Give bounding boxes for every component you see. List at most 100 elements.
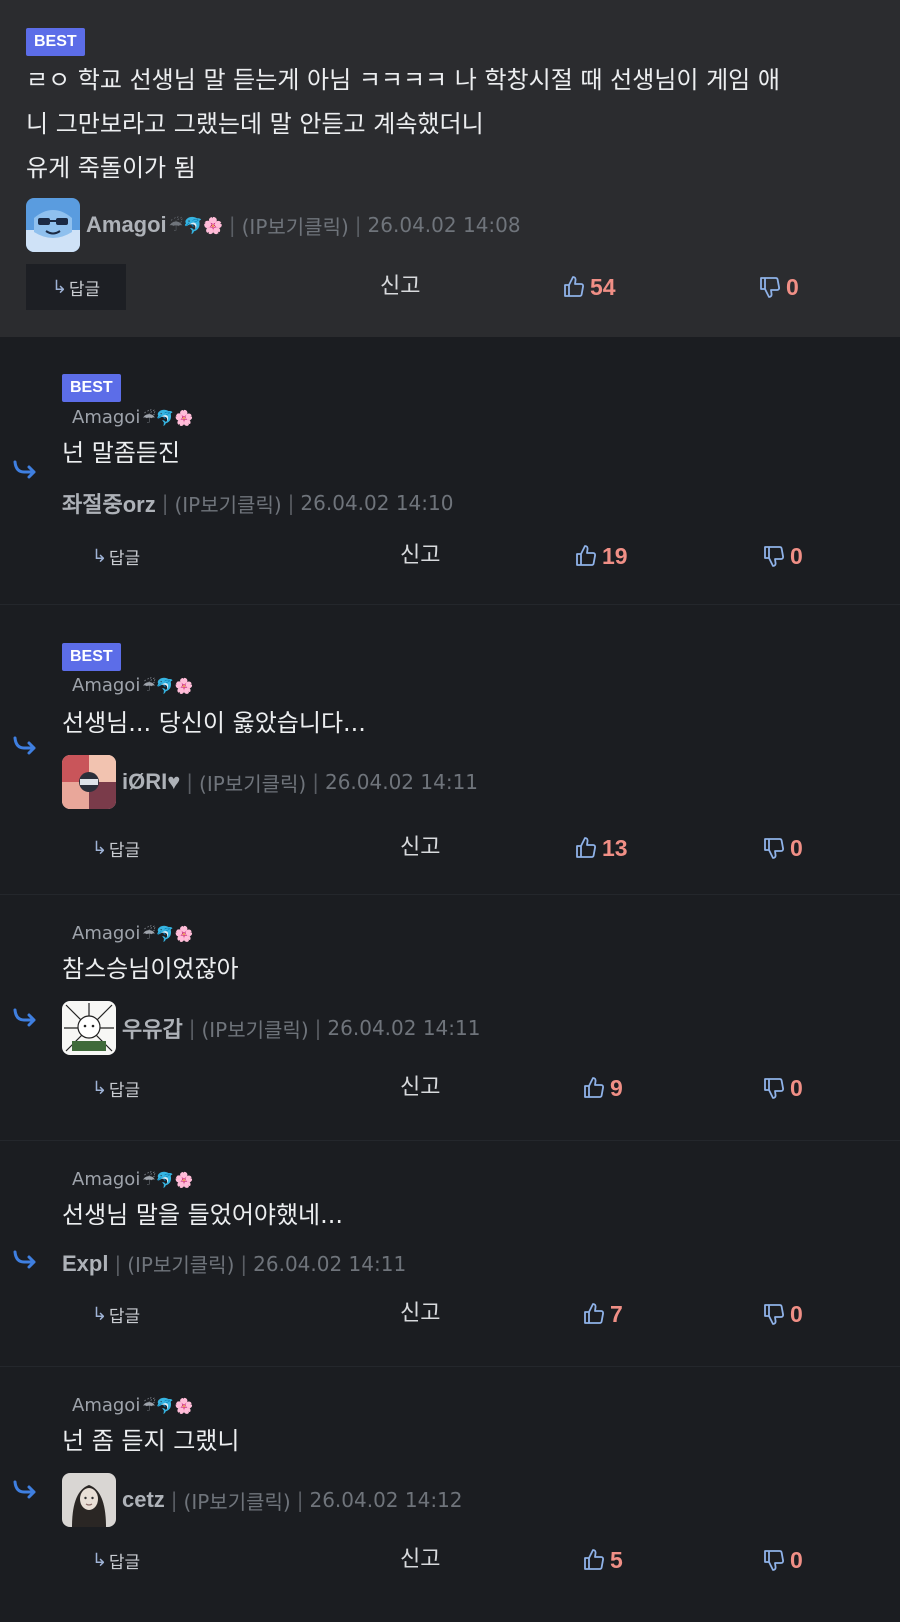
ip-link[interactable]: (IP보기클릭) <box>242 211 349 240</box>
comment-actions: ↳ 답글 신고 5 0 <box>0 1537 900 1583</box>
ip-link[interactable]: (IP보기클릭) <box>174 489 281 518</box>
downvote-button[interactable]: 0 <box>762 825 803 871</box>
reply-item: Amagoi ☔🐬🌸 참스승님이었잖아 우유갑 | (IP보기클릭) | 26.… <box>0 895 900 1141</box>
comment-meta: 우유갑 | (IP보기클릭) | 26.04.02 14:11 <box>62 1001 480 1055</box>
comment-text: 넌 좀 듣지 그랬니 <box>62 1427 240 1455</box>
downvote-button[interactable]: 0 <box>762 1065 803 1111</box>
author-name[interactable]: Amagoi <box>86 212 167 238</box>
reply-arrow-icon: ↳ <box>91 1549 107 1571</box>
reply-arrow-icon: ↳ <box>91 837 107 859</box>
downvote-button[interactable]: 0 <box>762 1537 803 1583</box>
thumbs-down-icon <box>764 838 785 859</box>
avatar[interactable] <box>26 198 80 252</box>
comment-meta: Amagoi ☔🐬🌸 | (IP보기클릭) | 26.04.02 14:08 <box>26 198 521 252</box>
separator: | <box>186 770 194 794</box>
ip-link[interactable]: (IP보기클릭) <box>199 768 306 797</box>
reply-arrow-icon: ↳ <box>91 1077 107 1099</box>
comment-actions: ↳ 답글 신고 9 0 <box>0 1065 900 1111</box>
upvote-button[interactable]: 5 <box>582 1537 623 1583</box>
separator: | <box>188 1016 196 1040</box>
author-name[interactable]: 우유갑 <box>122 1012 183 1044</box>
comment-item: BEST ㄹㅇ 학교 선생님 말 듣는게 아님 ㅋㅋㅋㅋ 나 학창시절 때 선생… <box>0 0 900 337</box>
comment-text: 넌 말좀듣진 <box>62 439 181 467</box>
report-button[interactable]: 신고 <box>380 264 420 310</box>
timestamp: 26.04.02 14:12 <box>309 1488 463 1512</box>
downvote-count: 0 <box>790 1074 803 1101</box>
author-name[interactable]: 좌절중orz <box>62 487 156 519</box>
thumbs-up-icon <box>576 545 597 566</box>
separator: | <box>312 770 319 794</box>
separator: | <box>161 491 169 515</box>
downvote-count: 0 <box>790 1300 803 1327</box>
upvote-count: 9 <box>610 1074 623 1101</box>
upvote-button[interactable]: 19 <box>574 533 628 579</box>
avatar[interactable] <box>62 1473 116 1527</box>
reply-button[interactable]: ↳ 답글 <box>86 533 146 579</box>
upvote-count: 13 <box>602 834 628 861</box>
avatar[interactable] <box>62 1001 116 1055</box>
timestamp: 26.04.02 14:08 <box>367 213 521 237</box>
report-button[interactable]: 신고 <box>400 1065 440 1111</box>
reply-button[interactable]: ↳ 답글 <box>86 1291 146 1337</box>
downvote-button[interactable]: 0 <box>762 1291 803 1337</box>
reply-button[interactable]: ↳ 답글 <box>86 1537 146 1583</box>
report-button[interactable]: 신고 <box>400 1537 440 1583</box>
reply-item: BEST Amagoi ☔🐬🌸 선생님... 당신이 옳았습니다... iØRI♥… <box>0 605 900 895</box>
reply-arrow-icon: ↳ <box>51 276 67 298</box>
best-badge: BEST <box>26 28 85 56</box>
reply-indicator-icon <box>13 1008 36 1027</box>
ip-link[interactable]: (IP보기클릭) <box>201 1014 308 1043</box>
thumbs-down-icon <box>764 546 785 567</box>
ip-link[interactable]: (IP보기클릭) <box>184 1486 291 1515</box>
reply-to: Amagoi ☔🐬🌸 <box>72 923 194 944</box>
separator: | <box>287 491 295 515</box>
upvote-button[interactable]: 7 <box>582 1291 623 1337</box>
report-button[interactable]: 신고 <box>400 533 440 579</box>
upvote-button[interactable]: 13 <box>574 825 628 871</box>
upvote-button[interactable]: 54 <box>562 264 616 310</box>
report-button[interactable]: 신고 <box>400 1291 440 1337</box>
author-emoji: ☔🐬🌸 <box>168 215 223 235</box>
reply-item: BEST Amagoi ☔🐬🌸 넌 말좀듣진 좌절중orz | (IP보기클릭) … <box>0 337 900 605</box>
report-button[interactable]: 신고 <box>400 825 440 871</box>
comment-actions: ↳ 답글 신고 19 0 <box>0 533 900 579</box>
reply-button[interactable]: ↳ 답글 <box>86 1065 146 1111</box>
author-name[interactable]: cetz <box>122 1487 165 1513</box>
reply-indicator-icon <box>13 460 36 479</box>
thumbs-down-icon <box>764 1550 785 1571</box>
comment-meta: Expl | (IP보기클릭) | 26.04.02 14:11 <box>62 1249 406 1278</box>
upvote-button[interactable]: 9 <box>582 1065 623 1111</box>
comment-actions: ↳ 답글 신고 54 0 <box>0 264 900 310</box>
comment-thread: BEST ㄹㅇ 학교 선생님 말 듣는게 아님 ㅋㅋㅋㅋ 나 학창시절 때 선생… <box>0 0 900 1622</box>
reply-indicator-icon <box>13 1480 36 1499</box>
timestamp: 26.04.02 14:11 <box>324 770 479 794</box>
upvote-count: 54 <box>590 273 616 300</box>
separator: | <box>228 213 236 237</box>
reply-arrow-icon: ↳ <box>91 1303 107 1325</box>
comment-text: 선생님 말을 들었어야했네... <box>62 1201 344 1229</box>
comment-meta: iØRI♥ | (IP보기클릭) | 26.04.02 14:11 <box>62 755 478 809</box>
separator: | <box>354 213 362 237</box>
thumbs-up-icon <box>584 1303 605 1324</box>
downvote-count: 0 <box>786 273 799 300</box>
avatar[interactable] <box>62 755 116 809</box>
thumbs-down-icon <box>764 1304 785 1325</box>
author-name[interactable]: iØRI♥ <box>122 769 180 795</box>
reply-item: Amagoi ☔🐬🌸 넌 좀 듣지 그랬니 cetz | (IP보기클릭) | 2… <box>0 1367 900 1622</box>
ip-link[interactable]: (IP보기클릭) <box>127 1249 234 1278</box>
reply-item: Amagoi ☔🐬🌸 선생님 말을 들었어야했네... Expl | (IP보기클… <box>0 1141 900 1367</box>
upvote-count: 19 <box>602 542 628 569</box>
separator: | <box>114 1251 122 1276</box>
comment-meta: 좌절중orz | (IP보기클릭) | 26.04.02 14:10 <box>62 487 453 519</box>
separator: | <box>296 1488 304 1512</box>
timestamp: 26.04.02 14:11 <box>253 1251 407 1276</box>
downvote-count: 0 <box>790 1546 803 1573</box>
comment-actions: ↳ 답글 신고 13 0 <box>0 825 900 871</box>
reply-button[interactable]: ↳ 답글 <box>86 825 146 871</box>
author-name[interactable]: Expl <box>62 1251 108 1277</box>
thumbs-up-icon <box>564 276 585 297</box>
downvote-button[interactable]: 0 <box>758 264 799 310</box>
comment-text: 참스승님이었잖아 <box>62 955 239 983</box>
downvote-button[interactable]: 0 <box>762 533 803 579</box>
reply-button[interactable]: ↳ 답글 <box>26 264 126 310</box>
